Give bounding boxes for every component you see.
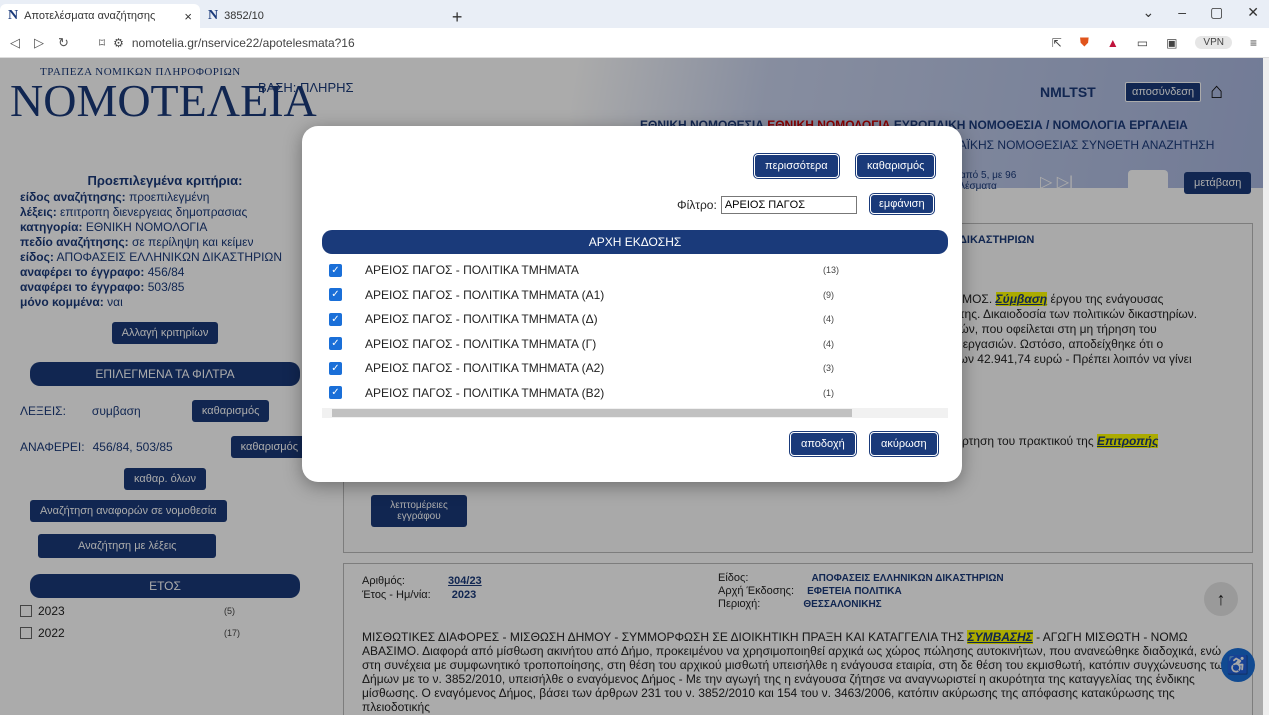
show-button[interactable]: εμφάνιση: [870, 194, 934, 214]
horizontal-scrollbar[interactable]: [322, 408, 948, 418]
share-icon[interactable]: ⇱: [1052, 36, 1062, 50]
checkbox-checked-icon[interactable]: ✓: [329, 337, 342, 351]
more-button[interactable]: περισσότερα: [754, 154, 839, 178]
list-item[interactable]: ✓ ΑΡΕΙΟΣ ΠΑΓΟΣ - ΠΟΛΙΤΙΚΑ ΤΜΗΜΑΤΑ (Γ) (4): [322, 332, 948, 357]
checkbox-checked-icon[interactable]: ✓: [329, 361, 342, 375]
list-item[interactable]: ✓ ΑΡΕΙΟΣ ΠΑΓΟΣ - ΠΟΛΙΤΙΚΑ ΤΜΗΜΑΤΑ (Δ) (4): [322, 307, 948, 332]
minimize-icon[interactable]: –: [1178, 4, 1186, 21]
filter-label: Φίλτρο:: [677, 198, 717, 212]
issuer-list: ✓ ΑΡΕΙΟΣ ΠΑΓΟΣ - ΠΟΛΙΤΙΚΑ ΤΜΗΜΑΤΑ (13) ✓ ΑΡ…: [322, 258, 948, 408]
site-info-icon[interactable]: ⚙: [113, 36, 124, 50]
accept-button[interactable]: αποδοχή: [790, 432, 856, 456]
cancel-button[interactable]: ακύρωση: [870, 432, 938, 456]
sidebar-icon[interactable]: ▭: [1137, 36, 1148, 50]
tab-title: Αποτελέσματα αναζήτησης: [24, 10, 156, 22]
list-item[interactable]: ✓ ΑΡΕΙΟΣ ΠΑΓΟΣ - ΠΟΛΙΤΙΚΑ ΤΜΗΜΑΤΑ (Β2) (1): [322, 381, 948, 406]
shield-icon[interactable]: ⛊: [1080, 35, 1089, 50]
address-bar: ◁ ▷ ↻ ⌑ ⚙ nomotelia.gr/nservice22/apotel…: [0, 28, 1269, 58]
filter-dialog: περισσότερα καθαρισμός Φίλτρο: εμφάνιση …: [302, 126, 962, 482]
wallet-icon[interactable]: ▣: [1166, 36, 1177, 50]
filter-row: Φίλτρο:: [677, 196, 857, 214]
page-scrollbar[interactable]: [1263, 58, 1269, 715]
new-tab-icon[interactable]: +: [452, 7, 463, 28]
close-window-icon[interactable]: ✕: [1247, 4, 1259, 21]
url-field[interactable]: nomotelia.gr/nservice22/apotelesmata?16: [132, 36, 355, 50]
list-item[interactable]: ✓ ΑΡΕΙΟΣ ΠΑΓΟΣ - ΠΟΛΙΤΙΚΑ ΤΜΗΜΑΤΑ (13): [322, 258, 948, 283]
forward-icon[interactable]: ▷: [34, 35, 44, 51]
bookmark-icon[interactable]: ⌑: [99, 36, 105, 50]
list-item[interactable]: ✓ ΑΡΕΙΟΣ ΠΑΓΟΣ - ΠΟΛΙΤΙΚΑ ΤΜΗΜΑΤΑ (Α1) (9): [322, 283, 948, 308]
rewards-icon[interactable]: ▲: [1107, 36, 1119, 50]
maximize-icon[interactable]: ▢: [1210, 4, 1223, 21]
reload-icon[interactable]: ↻: [58, 35, 69, 51]
list-item[interactable]: ✓ ΑΡΕΙΟΣ ΠΑΓΟΣ - ΠΟΛΙΤΙΚΑ ΤΜΗΜΑΤΑ (Α2) (3): [322, 356, 948, 381]
window-controls: ⌄ – ▢ ✕: [1143, 4, 1260, 21]
browser-tab[interactable]: N 3852/10: [200, 4, 272, 28]
column-header: ΑΡΧΗ ΕΚΔΟΣΗΣ: [322, 230, 948, 254]
checkbox-checked-icon[interactable]: ✓: [329, 386, 342, 400]
menu-icon[interactable]: ≡: [1250, 36, 1257, 50]
browser-tabbar: N Αποτελέσματα αναζήτησης × N 3852/10 + …: [0, 0, 1269, 28]
close-tab-icon[interactable]: ×: [184, 9, 192, 24]
checkbox-checked-icon[interactable]: ✓: [329, 312, 342, 326]
site-favicon-icon: N: [8, 8, 19, 23]
browser-tab-active[interactable]: N Αποτελέσματα αναζήτησης ×: [0, 4, 200, 28]
clear-button[interactable]: καθαρισμός: [856, 154, 936, 178]
checkbox-checked-icon[interactable]: ✓: [329, 263, 342, 277]
back-icon[interactable]: ◁: [10, 35, 20, 51]
filter-input[interactable]: [720, 196, 857, 214]
vpn-button[interactable]: VPN: [1195, 36, 1232, 49]
checkbox-checked-icon[interactable]: ✓: [329, 288, 342, 302]
tab-title: 3852/10: [224, 10, 264, 22]
site-favicon-icon: N: [208, 8, 219, 23]
scrollbar-thumb[interactable]: [332, 409, 852, 417]
tab-list-icon[interactable]: ⌄: [1143, 4, 1155, 21]
